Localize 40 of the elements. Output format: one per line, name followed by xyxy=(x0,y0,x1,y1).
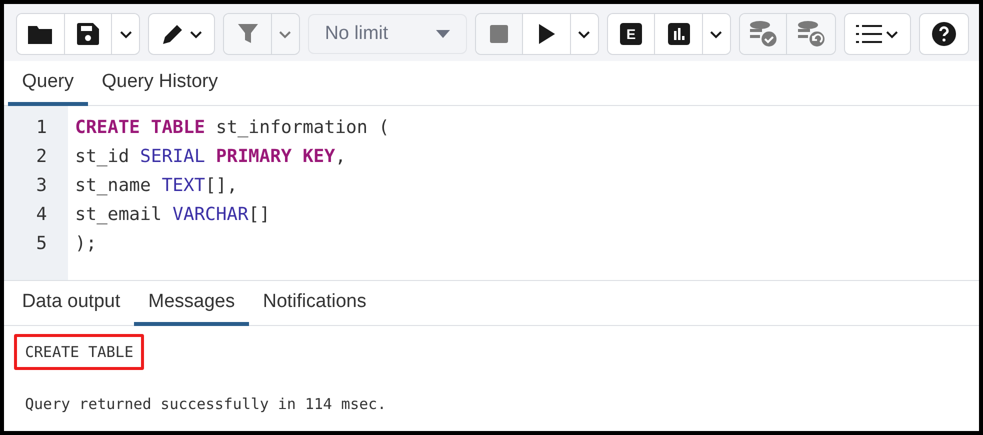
message-text: CREATE TABLE xyxy=(14,334,144,370)
result-tab[interactable]: Messages xyxy=(134,281,249,326)
play-icon xyxy=(538,24,555,44)
line-number: 4 xyxy=(35,203,48,227)
caret-icon xyxy=(188,30,203,38)
help-button[interactable] xyxy=(920,14,968,54)
dropdown-icon xyxy=(436,30,450,38)
filter-icon xyxy=(238,24,258,44)
help-icon xyxy=(932,22,956,46)
message-text: Query returned successfully in 114 msec. xyxy=(24,394,388,415)
line-number: 5 xyxy=(35,232,48,256)
explain-icon: E xyxy=(620,23,642,45)
folder-icon xyxy=(28,24,52,44)
line-number: 1 xyxy=(35,116,48,140)
caret-icon xyxy=(709,30,724,38)
caret-icon xyxy=(118,30,133,38)
database-undo-icon xyxy=(797,21,826,47)
code-line: CREATE TABLE st_information ( xyxy=(75,116,390,140)
explain-button[interactable]: E xyxy=(608,14,656,54)
caret-icon xyxy=(885,30,900,38)
pencil-icon xyxy=(160,22,185,46)
line-number: 2 xyxy=(35,145,48,169)
result-tab[interactable]: Data output xyxy=(8,281,134,326)
caret-icon xyxy=(278,30,292,38)
database-check-icon xyxy=(749,21,778,47)
result-tab[interactable]: Notifications xyxy=(248,281,380,326)
code-line: ); xyxy=(75,232,98,256)
code-line: st_name TEXT[], xyxy=(75,174,239,198)
line-number: 3 xyxy=(35,174,48,198)
stop-icon xyxy=(490,25,508,43)
save-icon xyxy=(76,23,99,45)
numbered-list-icon xyxy=(856,24,882,44)
caret-icon xyxy=(577,30,592,38)
pencil-button[interactable] xyxy=(149,14,214,54)
code-line: st_id SERIAL PRIMARY KEY, xyxy=(75,145,347,169)
code-line: st_email VARCHAR[] xyxy=(75,203,272,227)
query-tab[interactable]: Query History xyxy=(88,61,232,106)
list-button[interactable] xyxy=(844,14,910,54)
folder-button[interactable] xyxy=(17,14,65,54)
bar-chart-icon xyxy=(668,23,690,45)
